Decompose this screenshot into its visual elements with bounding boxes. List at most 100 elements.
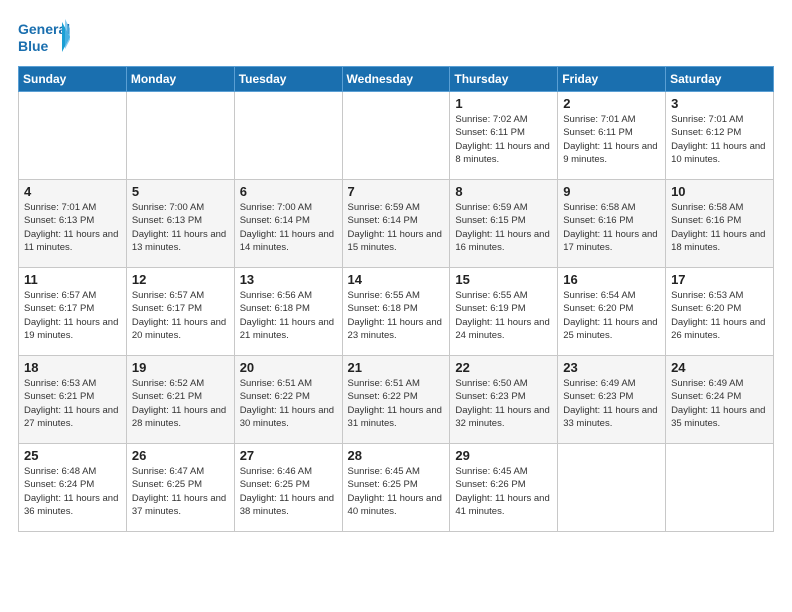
- calendar-cell: 23 Sunrise: 6:49 AM Sunset: 6:23 PM Dayli…: [558, 356, 666, 444]
- calendar-cell: 3 Sunrise: 7:01 AM Sunset: 6:12 PM Daylig…: [666, 92, 774, 180]
- day-info: Sunrise: 6:50 AM Sunset: 6:23 PM Dayligh…: [455, 377, 552, 430]
- day-number: 29: [455, 448, 552, 463]
- day-info: Sunrise: 6:53 AM Sunset: 6:20 PM Dayligh…: [671, 289, 768, 342]
- calendar-cell: 10Sunrise: 6:58 AM Sunset: 6:16 PM Dayli…: [666, 180, 774, 268]
- svg-text:Blue: Blue: [18, 38, 49, 54]
- day-number: 5: [132, 184, 229, 199]
- calendar-cell: 5 Sunrise: 7:00 AM Sunset: 6:13 PM Daylig…: [126, 180, 234, 268]
- day-info: Sunrise: 6:47 AM Sunset: 6:25 PM Dayligh…: [132, 465, 229, 518]
- header-wednesday: Wednesday: [342, 67, 450, 92]
- calendar-cell: 19 Sunrise: 6:52 AM Sunset: 6:21 PM Dayli…: [126, 356, 234, 444]
- day-info: Sunrise: 6:55 AM Sunset: 6:19 PM Dayligh…: [455, 289, 552, 342]
- day-number: 22: [455, 360, 552, 375]
- calendar-cell: 21 Sunrise: 6:51 AM Sunset: 6:22 PM Dayli…: [342, 356, 450, 444]
- calendar-table: SundayMondayTuesdayWednesdayThursdayFrid…: [18, 66, 774, 532]
- day-number: 24: [671, 360, 768, 375]
- day-info: Sunrise: 7:00 AM Sunset: 6:13 PM Dayligh…: [132, 201, 229, 254]
- header-tuesday: Tuesday: [234, 67, 342, 92]
- calendar-cell: 1 Sunrise: 7:02 AM Sunset: 6:11 PM Daylig…: [450, 92, 558, 180]
- day-info: Sunrise: 6:58 AM Sunset: 6:16 PM Dayligh…: [563, 201, 660, 254]
- day-number: 19: [132, 360, 229, 375]
- day-info: Sunrise: 6:59 AM Sunset: 6:14 PM Dayligh…: [348, 201, 445, 254]
- calendar-cell: 27 Sunrise: 6:46 AM Sunset: 6:25 PM Dayli…: [234, 444, 342, 532]
- day-info: Sunrise: 6:52 AM Sunset: 6:21 PM Dayligh…: [132, 377, 229, 430]
- day-number: 27: [240, 448, 337, 463]
- day-info: Sunrise: 6:51 AM Sunset: 6:22 PM Dayligh…: [348, 377, 445, 430]
- day-info: Sunrise: 6:57 AM Sunset: 6:17 PM Dayligh…: [132, 289, 229, 342]
- header-sunday: Sunday: [19, 67, 127, 92]
- logo: General Blue: [18, 18, 70, 56]
- calendar-cell: 9 Sunrise: 6:58 AM Sunset: 6:16 PM Daylig…: [558, 180, 666, 268]
- day-info: Sunrise: 6:49 AM Sunset: 6:24 PM Dayligh…: [671, 377, 768, 430]
- calendar-cell: 8 Sunrise: 6:59 AM Sunset: 6:15 PM Daylig…: [450, 180, 558, 268]
- calendar-cell: 2 Sunrise: 7:01 AM Sunset: 6:11 PM Daylig…: [558, 92, 666, 180]
- day-number: 16: [563, 272, 660, 287]
- day-number: 6: [240, 184, 337, 199]
- day-info: Sunrise: 6:49 AM Sunset: 6:23 PM Dayligh…: [563, 377, 660, 430]
- week-row-4: 18 Sunrise: 6:53 AM Sunset: 6:21 PM Dayli…: [19, 356, 774, 444]
- day-number: 3: [671, 96, 768, 111]
- day-number: 7: [348, 184, 445, 199]
- day-info: Sunrise: 6:59 AM Sunset: 6:15 PM Dayligh…: [455, 201, 552, 254]
- calendar-cell: 13 Sunrise: 6:56 AM Sunset: 6:18 PM Dayli…: [234, 268, 342, 356]
- week-row-3: 11 Sunrise: 6:57 AM Sunset: 6:17 PM Dayli…: [19, 268, 774, 356]
- day-number: 14: [348, 272, 445, 287]
- header-row: SundayMondayTuesdayWednesdayThursdayFrid…: [19, 67, 774, 92]
- calendar-cell: [19, 92, 127, 180]
- calendar-cell: 14Sunrise: 6:55 AM Sunset: 6:18 PM Dayli…: [342, 268, 450, 356]
- calendar-cell: 7 Sunrise: 6:59 AM Sunset: 6:14 PM Daylig…: [342, 180, 450, 268]
- day-number: 1: [455, 96, 552, 111]
- day-number: 17: [671, 272, 768, 287]
- calendar-cell: 28Sunrise: 6:45 AM Sunset: 6:25 PM Dayli…: [342, 444, 450, 532]
- calendar-cell: 15 Sunrise: 6:55 AM Sunset: 6:19 PM Dayli…: [450, 268, 558, 356]
- day-number: 15: [455, 272, 552, 287]
- day-info: Sunrise: 7:01 AM Sunset: 6:12 PM Dayligh…: [671, 113, 768, 166]
- calendar-cell: 12 Sunrise: 6:57 AM Sunset: 6:17 PM Dayli…: [126, 268, 234, 356]
- day-info: Sunrise: 6:45 AM Sunset: 6:25 PM Dayligh…: [348, 465, 445, 518]
- day-number: 20: [240, 360, 337, 375]
- week-row-1: 1 Sunrise: 7:02 AM Sunset: 6:11 PM Daylig…: [19, 92, 774, 180]
- calendar-cell: 18 Sunrise: 6:53 AM Sunset: 6:21 PM Dayli…: [19, 356, 127, 444]
- day-info: Sunrise: 6:58 AM Sunset: 6:16 PM Dayligh…: [671, 201, 768, 254]
- calendar-cell: 24 Sunrise: 6:49 AM Sunset: 6:24 PM Dayli…: [666, 356, 774, 444]
- header-friday: Friday: [558, 67, 666, 92]
- calendar-cell: 25Sunrise: 6:48 AM Sunset: 6:24 PM Dayli…: [19, 444, 127, 532]
- day-number: 12: [132, 272, 229, 287]
- day-number: 25: [24, 448, 121, 463]
- day-info: Sunrise: 6:46 AM Sunset: 6:25 PM Dayligh…: [240, 465, 337, 518]
- day-number: 8: [455, 184, 552, 199]
- calendar-cell: 17 Sunrise: 6:53 AM Sunset: 6:20 PM Dayli…: [666, 268, 774, 356]
- calendar-cell: 11Sunrise: 6:57 AM Sunset: 6:17 PM Dayli…: [19, 268, 127, 356]
- day-number: 26: [132, 448, 229, 463]
- day-info: Sunrise: 7:01 AM Sunset: 6:11 PM Dayligh…: [563, 113, 660, 166]
- day-number: 21: [348, 360, 445, 375]
- day-info: Sunrise: 6:53 AM Sunset: 6:21 PM Dayligh…: [24, 377, 121, 430]
- day-number: 9: [563, 184, 660, 199]
- calendar-cell: 4Sunrise: 7:01 AM Sunset: 6:13 PM Daylig…: [19, 180, 127, 268]
- calendar-cell: 29 Sunrise: 6:45 AM Sunset: 6:26 PM Dayli…: [450, 444, 558, 532]
- calendar-cell: 26 Sunrise: 6:47 AM Sunset: 6:25 PM Dayli…: [126, 444, 234, 532]
- day-number: 13: [240, 272, 337, 287]
- header-saturday: Saturday: [666, 67, 774, 92]
- week-row-2: 4Sunrise: 7:01 AM Sunset: 6:13 PM Daylig…: [19, 180, 774, 268]
- calendar-cell: [558, 444, 666, 532]
- week-row-5: 25Sunrise: 6:48 AM Sunset: 6:24 PM Dayli…: [19, 444, 774, 532]
- calendar-cell: 20 Sunrise: 6:51 AM Sunset: 6:22 PM Dayli…: [234, 356, 342, 444]
- day-info: Sunrise: 7:02 AM Sunset: 6:11 PM Dayligh…: [455, 113, 552, 166]
- page: General Blue SundayMondayTuesdayWednesda…: [0, 0, 792, 612]
- day-info: Sunrise: 6:45 AM Sunset: 6:26 PM Dayligh…: [455, 465, 552, 518]
- day-number: 11: [24, 272, 121, 287]
- day-number: 23: [563, 360, 660, 375]
- calendar-cell: 22 Sunrise: 6:50 AM Sunset: 6:23 PM Dayli…: [450, 356, 558, 444]
- calendar-cell: [342, 92, 450, 180]
- calendar-cell: 16Sunrise: 6:54 AM Sunset: 6:20 PM Dayli…: [558, 268, 666, 356]
- day-number: 18: [24, 360, 121, 375]
- day-info: Sunrise: 6:56 AM Sunset: 6:18 PM Dayligh…: [240, 289, 337, 342]
- header: General Blue: [18, 18, 774, 56]
- day-number: 2: [563, 96, 660, 111]
- day-info: Sunrise: 7:01 AM Sunset: 6:13 PM Dayligh…: [24, 201, 121, 254]
- calendar-cell: [234, 92, 342, 180]
- day-info: Sunrise: 6:51 AM Sunset: 6:22 PM Dayligh…: [240, 377, 337, 430]
- calendar-cell: [126, 92, 234, 180]
- logo-svg: General Blue: [18, 18, 70, 56]
